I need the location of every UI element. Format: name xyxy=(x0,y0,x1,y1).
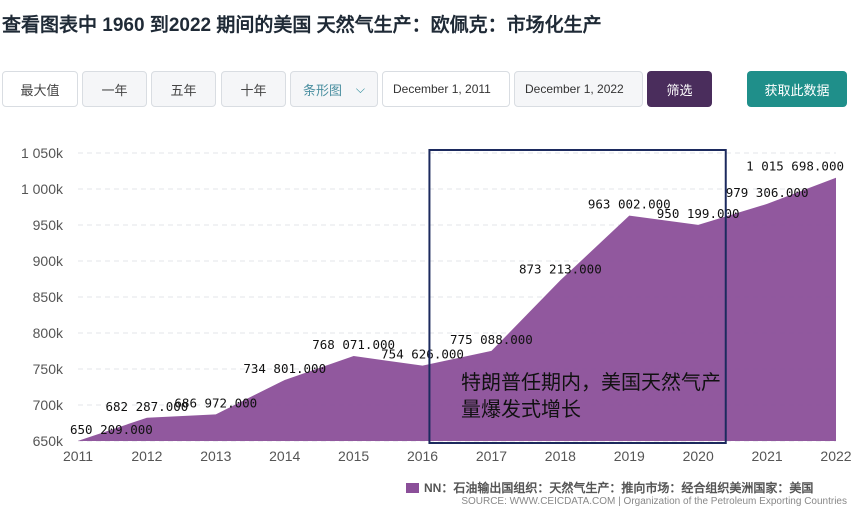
legend-swatch xyxy=(406,482,419,493)
data-label: 873 213.000 xyxy=(519,261,602,276)
data-label: 1 015 698.000 xyxy=(746,159,844,174)
source-note: SOURCE: WWW.CEICDATA.COM | Organization … xyxy=(461,496,847,507)
annotation-text: 特朗普任期内，美国天然气产量爆发式增长 xyxy=(461,372,721,421)
x-tick-label: 2022 xyxy=(820,448,851,464)
x-tick-label: 2011 xyxy=(63,448,93,464)
x-tick-label: 2018 xyxy=(545,448,576,464)
legend-label: NN：石油输出国组织：天然气生产：推向市场：经合组织美洲国家：美国 xyxy=(424,481,814,495)
x-tick-label: 2014 xyxy=(269,448,300,464)
y-tick-label: 850k xyxy=(33,289,64,305)
area-chart: 650k 700k 750k 800k 850k 900k 950k 1 000k 1 050k… xyxy=(21,145,852,464)
x-tick-label: 2021 xyxy=(752,448,783,464)
data-label: 979 306.000 xyxy=(726,185,809,200)
data-label: 650 209.000 xyxy=(70,422,153,437)
y-tick-label: 900k xyxy=(33,253,64,269)
legend: NN：石油输出国组织：天然气生产：推向市场：经合组织美洲国家：美国 xyxy=(406,479,813,496)
x-tick-label: 2020 xyxy=(683,448,714,464)
data-label: 734 801.000 xyxy=(243,361,326,376)
y-tick-label: 1 050k xyxy=(21,145,64,161)
y-tick-label: 750k xyxy=(33,361,64,377)
y-axis: 650k 700k 750k 800k 850k 900k 950k 1 000k 1 050k xyxy=(21,145,64,449)
x-tick-label: 2017 xyxy=(476,448,507,464)
y-tick-label: 950k xyxy=(33,217,64,233)
x-tick-label: 2012 xyxy=(131,448,162,464)
x-tick-label: 2019 xyxy=(614,448,645,464)
x-axis: 2011 2012 2013 2014 2015 2016 2017 2018 2019 2020… xyxy=(63,448,852,464)
y-tick-label: 650k xyxy=(33,433,64,449)
y-tick-label: 1 000k xyxy=(21,181,64,197)
x-tick-label: 2016 xyxy=(407,448,438,464)
data-label: 754 626.000 xyxy=(381,347,464,362)
x-tick-label: 2013 xyxy=(200,448,231,464)
y-tick-label: 700k xyxy=(33,397,64,413)
data-label: 775 088.000 xyxy=(450,332,533,347)
y-tick-label: 800k xyxy=(33,325,64,341)
data-label: 950 199.000 xyxy=(657,206,740,221)
data-label: 686 972.000 xyxy=(174,395,257,410)
x-tick-label: 2015 xyxy=(338,448,369,464)
